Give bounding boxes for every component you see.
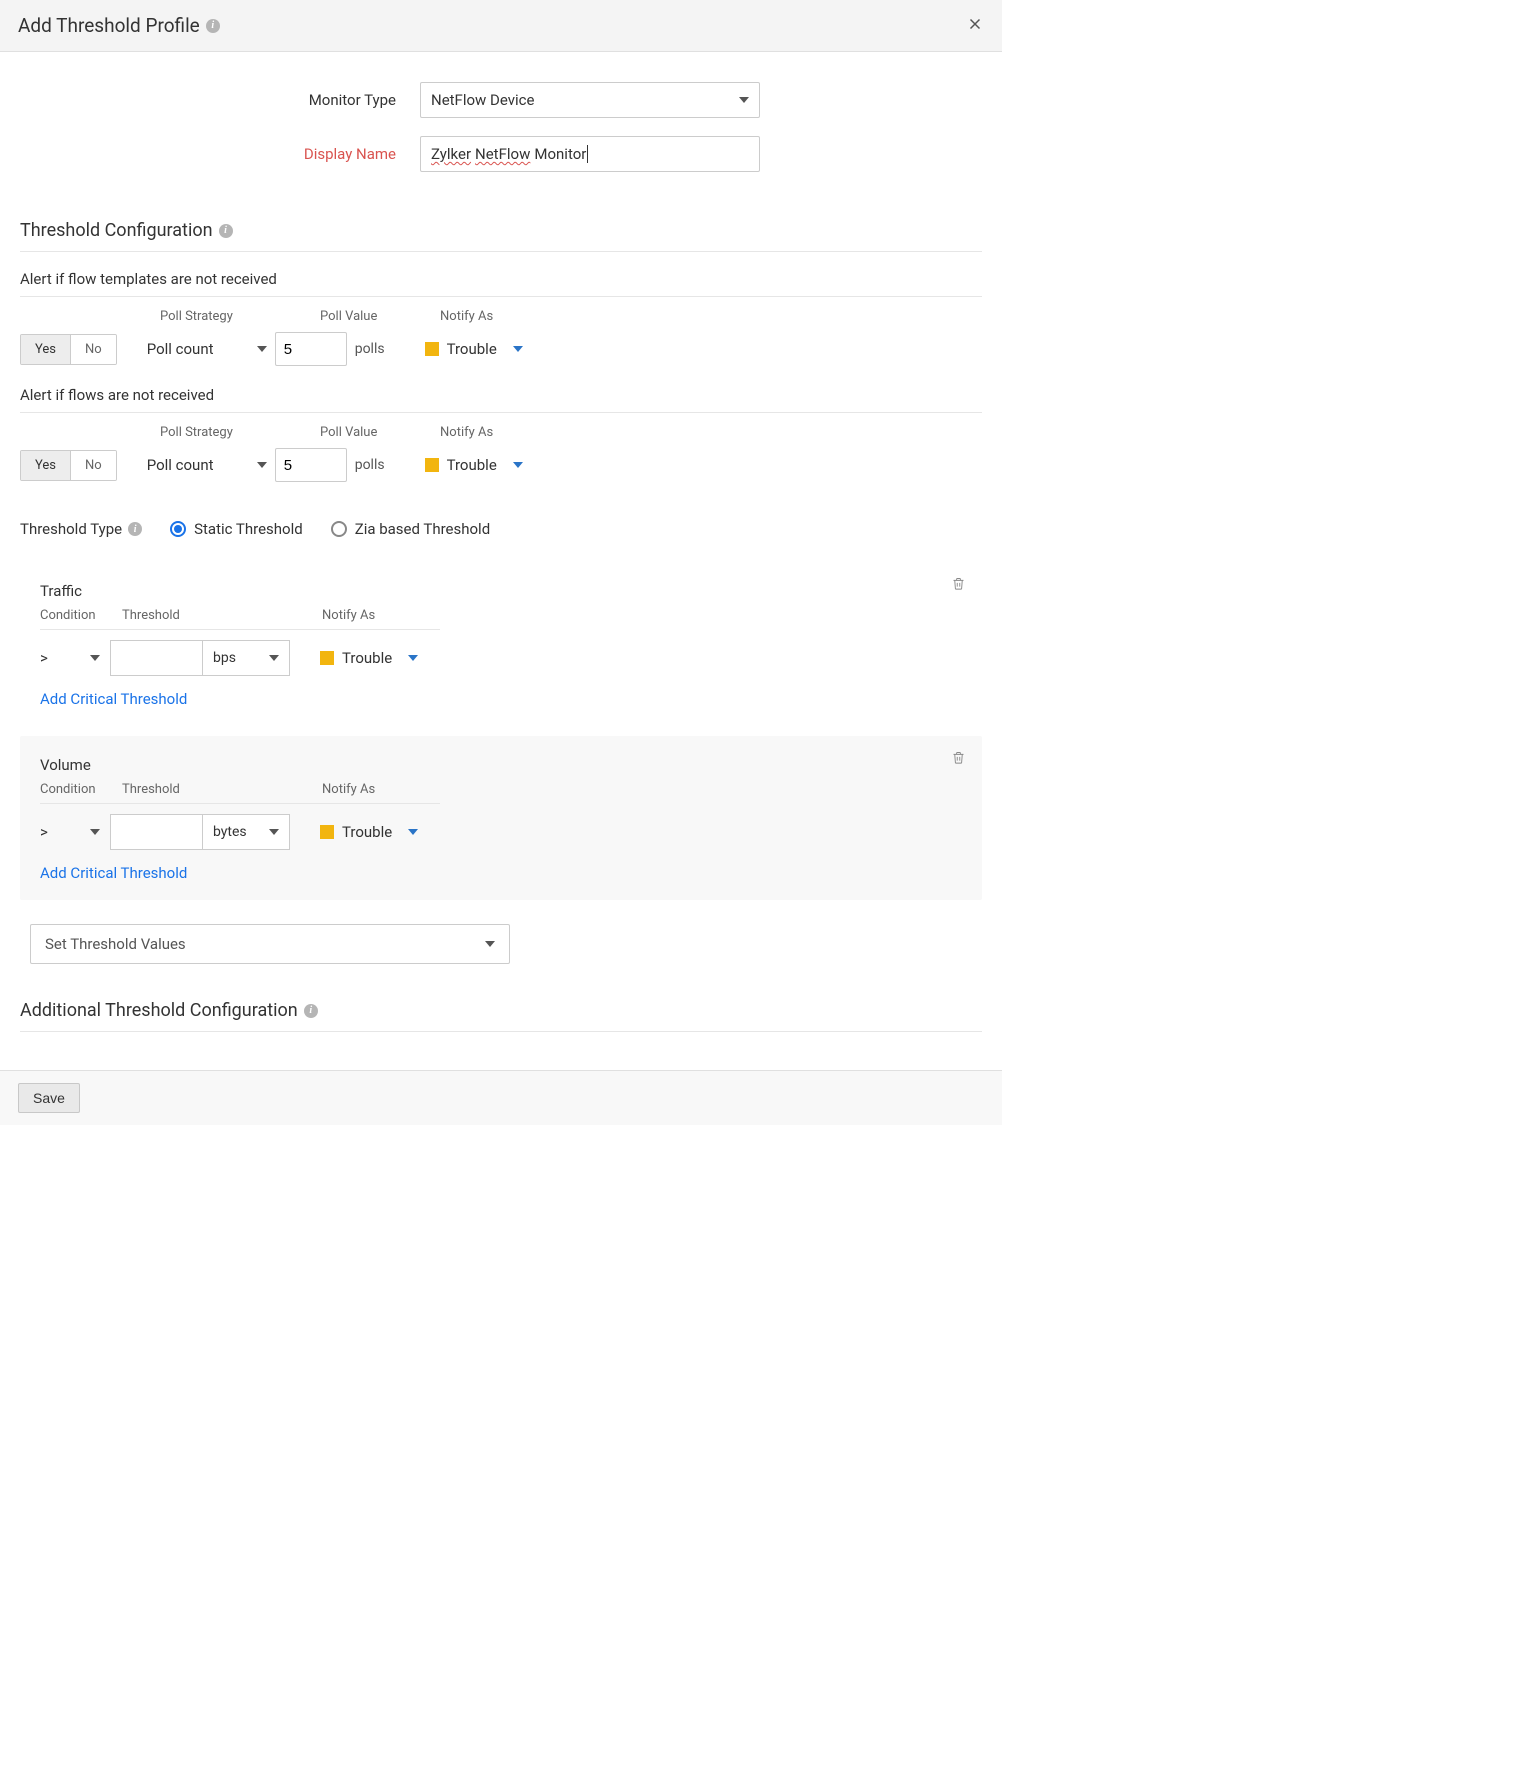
info-icon[interactable]: i (206, 19, 220, 33)
col-poll-value: Poll Value (320, 309, 440, 324)
yes-no-toggle[interactable]: Yes No (20, 334, 117, 365)
alert-templates-heading: Alert if flow templates are not received (20, 270, 982, 288)
metric-title: Volume (40, 756, 962, 774)
notify-as-select[interactable]: Trouble (425, 456, 523, 474)
chevron-down-icon (269, 829, 279, 835)
additional-config-heading: Additional Threshold Configuration i (20, 1000, 982, 1021)
display-name-input[interactable]: Zylker NetFlow Monitor (420, 136, 760, 172)
page-title: Add Threshold Profile i (18, 14, 220, 37)
save-button[interactable]: Save (18, 1083, 80, 1113)
yes-no-toggle[interactable]: Yes No (20, 450, 117, 481)
threshold-unit-select[interactable]: bps (202, 640, 290, 676)
threshold-config-heading: Threshold Configuration i (20, 220, 982, 241)
notify-as-select[interactable]: Trouble (320, 649, 418, 667)
chevron-down-icon (513, 462, 523, 468)
status-swatch-icon (425, 342, 439, 356)
status-swatch-icon (425, 458, 439, 472)
chevron-down-icon (408, 829, 418, 835)
poll-strategy-select[interactable]: Poll count (147, 340, 267, 358)
info-icon[interactable]: i (304, 1004, 318, 1018)
toggle-no[interactable]: No (70, 451, 116, 480)
metric-block-traffic: Traffic Condition Threshold Notify As > … (20, 562, 982, 726)
poll-value-input[interactable] (275, 332, 347, 366)
radio-zia-threshold[interactable]: Zia based Threshold (331, 520, 490, 538)
poll-strategy-select[interactable]: Poll count (147, 456, 267, 474)
metric-block-volume: Volume Condition Threshold Notify As > b… (20, 736, 982, 900)
chevron-down-icon (485, 941, 495, 947)
condition-select[interactable]: > (40, 823, 110, 841)
col-poll-strategy: Poll Strategy (160, 309, 320, 324)
info-icon[interactable]: i (219, 224, 233, 238)
condition-select[interactable]: > (40, 649, 110, 667)
chevron-down-icon (257, 462, 267, 468)
poll-unit-label: polls (355, 341, 385, 357)
threshold-unit-select[interactable]: bytes (202, 814, 290, 850)
chevron-down-icon (269, 655, 279, 661)
status-swatch-icon (320, 825, 334, 839)
chevron-down-icon (90, 829, 100, 835)
poll-value-input[interactable] (275, 448, 347, 482)
info-icon[interactable]: i (128, 522, 142, 536)
notify-as-select[interactable]: Trouble (425, 340, 523, 358)
monitor-type-select[interactable]: NetFlow Device (420, 82, 760, 118)
threshold-value-input[interactable] (110, 814, 202, 850)
delete-icon[interactable] (951, 750, 966, 769)
radio-static-threshold[interactable]: Static Threshold (170, 520, 303, 538)
display-name-label: Display Name (20, 145, 420, 163)
chevron-down-icon (513, 346, 523, 352)
status-swatch-icon (320, 651, 334, 665)
delete-icon[interactable] (951, 576, 966, 595)
threshold-type-label: Threshold Type i (20, 520, 142, 538)
monitor-type-label: Monitor Type (20, 91, 420, 109)
close-icon[interactable] (966, 15, 984, 37)
set-threshold-values-select[interactable]: Set Threshold Values (30, 924, 510, 964)
chevron-down-icon (408, 655, 418, 661)
toggle-no[interactable]: No (70, 335, 116, 364)
metric-title: Traffic (40, 582, 962, 600)
alert-flows-heading: Alert if flows are not received (20, 386, 982, 404)
add-critical-threshold-link[interactable]: Add Critical Threshold (40, 864, 187, 882)
threshold-value-input[interactable] (110, 640, 202, 676)
chevron-down-icon (739, 97, 749, 103)
add-critical-threshold-link[interactable]: Add Critical Threshold (40, 690, 187, 708)
toggle-yes[interactable]: Yes (21, 451, 70, 480)
notify-as-select[interactable]: Trouble (320, 823, 418, 841)
chevron-down-icon (257, 346, 267, 352)
col-notify-as: Notify As (440, 309, 560, 324)
toggle-yes[interactable]: Yes (21, 335, 70, 364)
chevron-down-icon (90, 655, 100, 661)
